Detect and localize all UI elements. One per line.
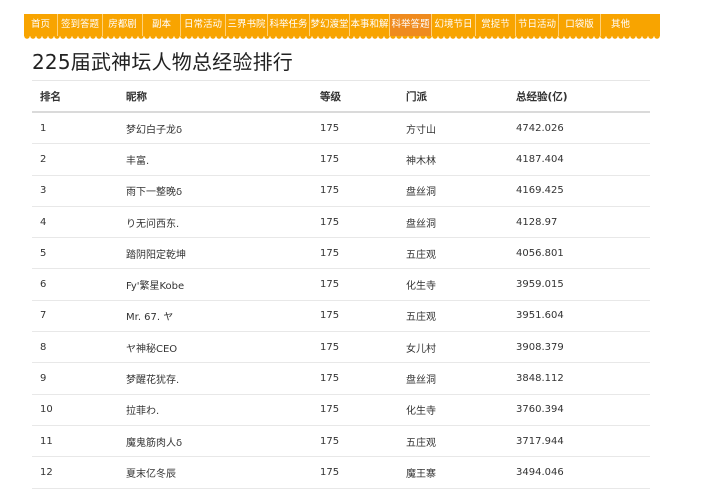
cell-total-exp: 4187.404: [516, 143, 650, 176]
cell-school: 化生寺: [406, 394, 516, 426]
cell-rank: 4: [32, 206, 126, 239]
header-school: 门派: [406, 80, 516, 113]
nav-item-daily-activity[interactable]: 日常活动: [181, 14, 226, 36]
cell-rank: 9: [32, 362, 126, 395]
cell-total-exp: 3717.944: [516, 425, 650, 458]
nav-item-academy[interactable]: 三界书院: [226, 14, 268, 36]
cell-rank: 2: [32, 143, 126, 176]
cell-nickname: 丰富.: [126, 143, 320, 176]
cell-nickname: り无问西东.: [126, 206, 320, 239]
cell-school: 五庄观: [406, 300, 516, 333]
cell-level: 175: [320, 268, 406, 301]
nav-item-exam-task[interactable]: 科举任务: [268, 14, 310, 36]
cell-rank: 8: [32, 331, 126, 364]
cell-level: 175: [320, 237, 406, 270]
nav-item-hall[interactable]: 梦幻渡堂: [310, 14, 350, 36]
cell-rank: 7: [32, 300, 126, 333]
cell-rank: 12: [32, 456, 126, 489]
cell-total-exp: 4128.97: [516, 206, 650, 239]
cell-nickname: 踏阴阳定乾坤: [126, 237, 320, 270]
cell-level: 175: [320, 362, 406, 395]
cell-total-exp: 3760.394: [516, 394, 650, 426]
table-row: 4 り无问西东. 175 盘丝洞 4128.97: [32, 206, 650, 239]
page-container: 首页 签到答题 房都剧 副本 日常活动 三界书院 科举任务 梦幻渡堂 本事和解 …: [24, 14, 660, 489]
cell-level: 175: [320, 143, 406, 176]
table-row: 3 雨下一整晚δ 175 盘丝洞 4169.425: [32, 175, 650, 207]
header-rank: 排名: [32, 80, 126, 113]
cell-rank: 11: [32, 425, 126, 458]
table-row: 5 踏阴阳定乾坤 175 五庄观 4056.801: [32, 237, 650, 270]
cell-nickname: ヤ神秘CEO: [126, 331, 320, 364]
table-row: 7 Mr. 67. ヤ 175 五庄观 3951.604: [32, 300, 650, 333]
nav-item-catch-festival[interactable]: 赏捉节: [476, 14, 516, 36]
cell-total-exp: 3848.112: [516, 362, 650, 395]
cell-total-exp: 3959.015: [516, 268, 650, 301]
cell-nickname: 夏末亿冬辰: [126, 456, 320, 489]
nav-item-dungeon[interactable]: 副本: [143, 14, 181, 36]
table-row: 10 拉菲わ. 175 化生寺 3760.394: [32, 394, 650, 426]
cell-level: 175: [320, 331, 406, 364]
nav-item-exam-quiz[interactable]: 科举答题: [390, 14, 432, 36]
cell-nickname: 梦幻白子龙δ: [126, 112, 320, 145]
table-row: 2 丰富. 175 神木林 4187.404: [32, 143, 650, 176]
cell-level: 175: [320, 425, 406, 458]
header-total-exp: 总经验(亿): [516, 80, 650, 113]
cell-school: 化生寺: [406, 268, 516, 301]
cell-school: 女儿村: [406, 331, 516, 364]
cell-school: 五庄观: [406, 237, 516, 270]
cell-total-exp: 4742.026: [516, 112, 650, 145]
cell-rank: 10: [32, 394, 126, 426]
header-level: 等级: [320, 80, 406, 113]
page-title: 225届武神坛人物总经验排行: [32, 50, 293, 74]
nav-item-signin-quiz[interactable]: 签到答题: [58, 14, 103, 36]
cell-rank: 5: [32, 237, 126, 270]
header-nickname: 昵称: [126, 80, 320, 113]
cell-total-exp: 3494.046: [516, 456, 650, 489]
cell-school: 五庄观: [406, 425, 516, 458]
nav-item-festival-activity[interactable]: 节日活动: [516, 14, 559, 36]
cell-nickname: Mr. 67. ヤ: [126, 300, 320, 333]
cell-rank: 3: [32, 175, 126, 207]
nav-item-drama[interactable]: 房都剧: [103, 14, 143, 36]
cell-nickname: 拉菲わ.: [126, 394, 320, 426]
cell-level: 175: [320, 112, 406, 145]
cell-school: 盘丝洞: [406, 175, 516, 207]
ranking-table: 排名 昵称 等级 门派 总经验(亿) 1 梦幻白子龙δ 175 方寸山 4742.026…: [32, 80, 650, 489]
cell-total-exp: 3908.379: [516, 331, 650, 364]
cell-school: 方寸山: [406, 112, 516, 145]
nav-item-other[interactable]: 其他: [601, 14, 640, 36]
table-row: 6 Fy'繁星Kobe 175 化生寺 3959.015: [32, 268, 650, 301]
nav-item-skill[interactable]: 本事和解: [350, 14, 390, 36]
nav-item-pocket-edition[interactable]: 口袋版: [559, 14, 601, 36]
nav-item-fantasy-festival[interactable]: 幻境节日: [432, 14, 476, 36]
cell-school: 魔王寨: [406, 456, 516, 489]
cell-nickname: 魔鬼筋肉人δ: [126, 425, 320, 458]
cell-school: 盘丝洞: [406, 206, 516, 239]
table-row: 12 夏末亿冬辰 175 魔王寨 3494.046: [32, 456, 650, 489]
table-header-row: 排名 昵称 等级 门派 总经验(亿): [32, 80, 650, 113]
cell-level: 175: [320, 175, 406, 207]
nav-item-home[interactable]: 首页: [24, 14, 58, 36]
cell-nickname: 梦醒花犹存.: [126, 362, 320, 395]
cell-level: 175: [320, 456, 406, 489]
cell-nickname: 雨下一整晚δ: [126, 175, 320, 207]
cell-rank: 6: [32, 268, 126, 301]
table-row: 11 魔鬼筋肉人δ 175 五庄观 3717.944: [32, 425, 650, 458]
cell-rank: 1: [32, 112, 126, 145]
cell-total-exp: 4169.425: [516, 175, 650, 207]
cell-level: 175: [320, 206, 406, 239]
cell-total-exp: 3951.604: [516, 300, 650, 333]
table-row: 9 梦醒花犹存. 175 盘丝洞 3848.112: [32, 362, 650, 395]
cell-nickname: Fy'繁星Kobe: [126, 268, 320, 301]
cell-school: 神木林: [406, 143, 516, 176]
table-row: 1 梦幻白子龙δ 175 方寸山 4742.026: [32, 112, 650, 145]
cell-total-exp: 4056.801: [516, 237, 650, 270]
cell-level: 175: [320, 300, 406, 333]
top-nav-bar: 首页 签到答题 房都剧 副本 日常活动 三界书院 科举任务 梦幻渡堂 本事和解 …: [24, 14, 660, 39]
cell-school: 盘丝洞: [406, 362, 516, 395]
cell-level: 175: [320, 394, 406, 426]
table-row: 8 ヤ神秘CEO 175 女儿村 3908.379: [32, 331, 650, 364]
